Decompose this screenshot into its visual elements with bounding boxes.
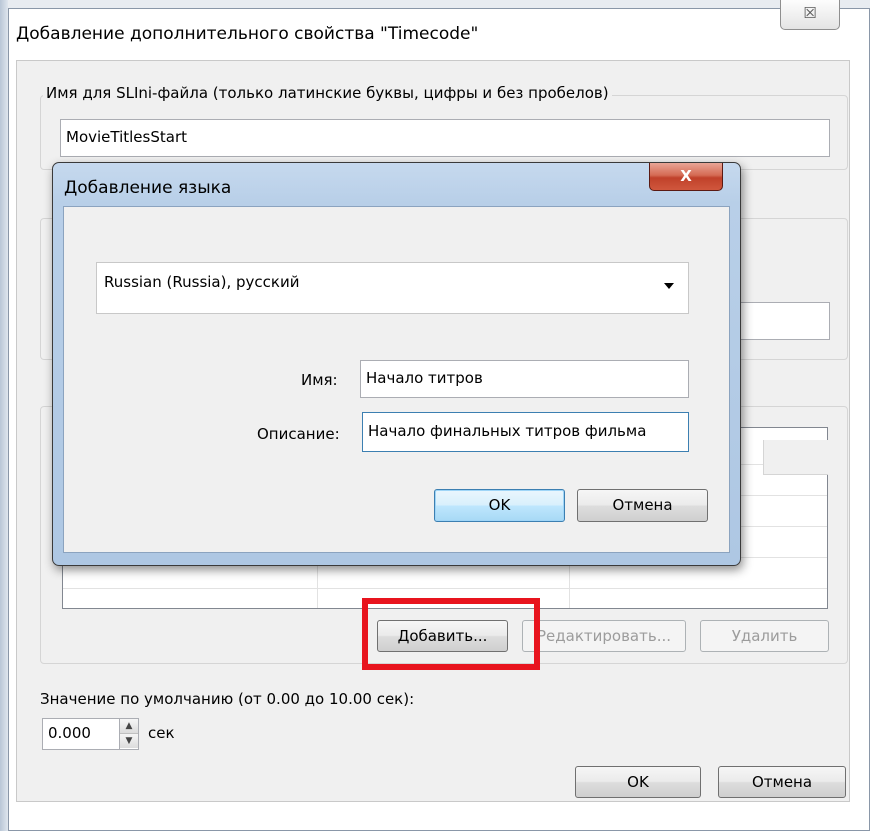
property-ok-button[interactable]: OK bbox=[575, 766, 701, 798]
table-header-cell bbox=[763, 440, 828, 475]
desktop-edge bbox=[0, 0, 8, 831]
spinner-down-icon[interactable]: ▼ bbox=[120, 734, 138, 748]
property-dialog-title: Добавление дополнительного свойства "Tim… bbox=[16, 24, 479, 44]
language-ok-button[interactable]: OK bbox=[434, 489, 565, 522]
language-cancel-button[interactable]: Отмена bbox=[577, 489, 708, 522]
default-value-spinner[interactable]: ▲ ▼ bbox=[119, 718, 139, 750]
name-input[interactable]: Начало титров bbox=[360, 360, 689, 398]
table-row[interactable] bbox=[63, 588, 827, 589]
chevron-down-icon[interactable] bbox=[664, 283, 674, 289]
delete-language-button[interactable]: Удалить bbox=[700, 620, 829, 652]
unit-label: сек bbox=[148, 724, 175, 742]
description-label: Описание: bbox=[257, 425, 340, 443]
description-input[interactable]: Начало финальных титров фильма bbox=[362, 412, 689, 452]
close-icon[interactable]: X bbox=[649, 163, 723, 191]
spinner-up-icon[interactable]: ▲ bbox=[120, 719, 138, 734]
default-value-input[interactable]: 0.000 bbox=[42, 718, 120, 750]
ini-name-legend: Имя для SLIni-файла (только латинские бу… bbox=[43, 84, 612, 102]
language-select-value: Russian (Russia), русский bbox=[104, 273, 300, 291]
ini-name-input[interactable]: MovieTitlesStart bbox=[60, 119, 830, 157]
property-cancel-button[interactable]: Отмена bbox=[718, 766, 846, 798]
edit-language-button[interactable]: Редактировать... bbox=[522, 620, 686, 652]
default-value-label: Значение по умолчанию (от 0.00 до 10.00 … bbox=[40, 690, 415, 708]
name-label: Имя: bbox=[301, 371, 338, 389]
highlight-box bbox=[362, 598, 540, 670]
add-language-dialog-title: Добавление языка bbox=[64, 178, 232, 198]
property-dialog-close-icon[interactable]: ☒ bbox=[780, 0, 840, 30]
